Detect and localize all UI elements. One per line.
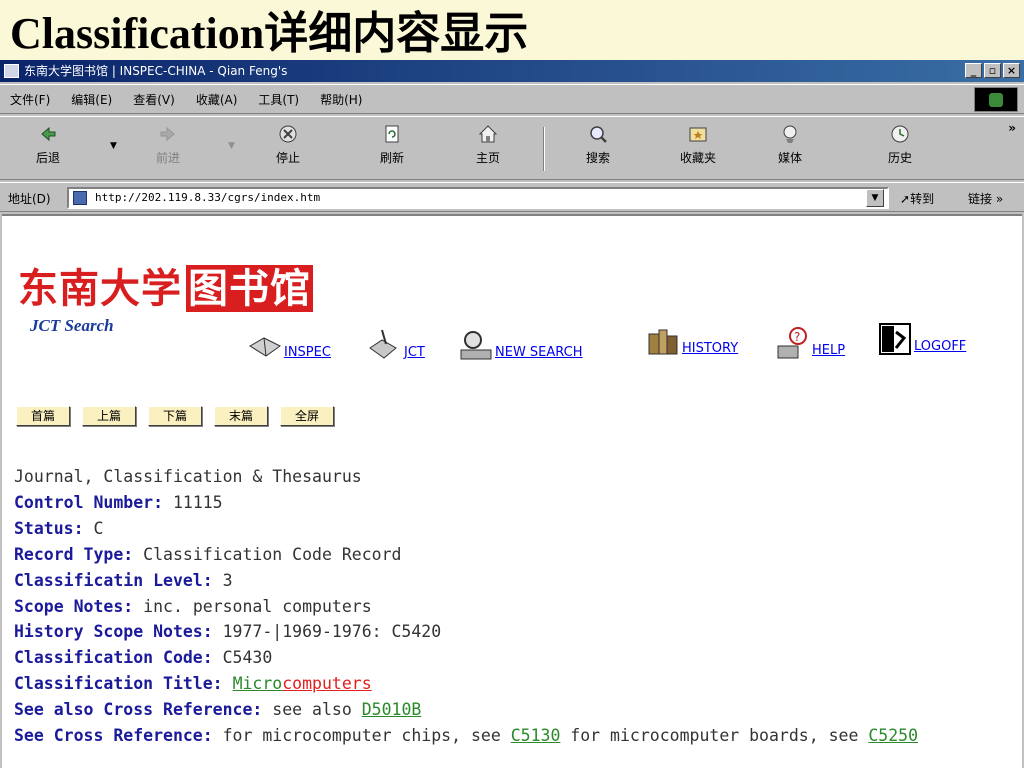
go-button[interactable]: ➚转到	[900, 190, 934, 207]
logo-library: 图书馆	[186, 265, 313, 312]
search-icon	[590, 126, 607, 143]
nav-logoff[interactable]: LOGOFF	[878, 322, 966, 356]
nav-history[interactable]: HISTORY	[646, 324, 738, 358]
home-icon	[478, 125, 498, 143]
next-record-button[interactable]: 下篇	[148, 406, 202, 426]
control-number-row: Control Number: 11115	[14, 492, 223, 512]
address-bar: 地址(D) http://202.119.8.33/cgrs/index.htm…	[0, 182, 1024, 212]
history-button[interactable]: 历史	[870, 123, 930, 175]
see-also-cross-reference-row: See also Cross Reference: see also D5010…	[14, 700, 422, 720]
logoff-door-icon	[879, 323, 911, 355]
refresh-button[interactable]: 刷新	[362, 123, 422, 175]
nav-inspec[interactable]: INSPEC	[248, 328, 331, 362]
first-record-button[interactable]: 首篇	[16, 406, 70, 426]
status-row: Status: C	[14, 518, 104, 538]
back-button[interactable]: 后退	[18, 123, 78, 175]
close-button[interactable]: ×	[1003, 63, 1020, 78]
menu-view[interactable]: 查看(V)	[133, 91, 175, 108]
fullscreen-button[interactable]: 全屏	[280, 406, 334, 426]
nav-new-search[interactable]: NEW SEARCH	[459, 328, 583, 362]
browser-app-icon	[4, 64, 19, 78]
address-dropdown-icon[interactable]: ▼	[866, 189, 884, 207]
ie-throbber-icon	[974, 87, 1018, 112]
favorites-icon	[689, 127, 707, 142]
search-button[interactable]: 搜索	[568, 123, 628, 175]
back-arrow-icon	[41, 126, 56, 142]
see-cross-reference-row: See Cross Reference: for microcomputer c…	[14, 726, 918, 746]
window-controls: _ ▫ ×	[965, 63, 1020, 78]
menu-tools[interactable]: 工具(T)	[258, 91, 299, 108]
address-url: http://202.119.8.33/cgrs/index.htm	[95, 191, 321, 204]
maximize-button[interactable]: ▫	[984, 63, 1001, 78]
jct-icon	[369, 329, 397, 359]
see-also-link[interactable]: D5010B	[362, 700, 422, 719]
address-label: 地址(D)	[8, 192, 51, 206]
record-heading: Journal, Classification & Thesaurus	[14, 467, 362, 486]
last-record-button[interactable]: 末篇	[214, 406, 268, 426]
help-icon: ?	[777, 327, 807, 359]
media-button[interactable]: 媒体	[760, 123, 820, 175]
browser-window: 东南大学图书馆 | INSPEC-CHINA - Qian Feng's _ ▫…	[0, 60, 1024, 768]
slide-title: Classification详细内容显示	[10, 9, 529, 58]
history-scope-notes-row: History Scope Notes: 1977-|1969-1976: C5…	[14, 622, 442, 642]
classification-title-row: Classification Title: Microcomputers	[14, 674, 372, 694]
inspec-icon	[249, 337, 281, 357]
nav-jct[interactable]: JCT	[368, 328, 425, 362]
toolbar-more-chevron-icon[interactable]: »	[1008, 121, 1016, 135]
menu-favorites[interactable]: 收藏(A)	[196, 91, 238, 108]
history-books-icon	[648, 329, 678, 355]
svg-text:?: ?	[794, 330, 800, 344]
minimize-button[interactable]: _	[965, 63, 982, 78]
home-button[interactable]: 主页	[458, 123, 518, 175]
toolbar: 后退 ▼ 前进 ▼ 停止 刷新 主页 搜索 收藏夹 媒体 历史 »	[0, 116, 1024, 180]
forward-arrow-icon	[160, 126, 175, 142]
classification-record: Journal, Classification & Thesaurus Cont…	[14, 464, 918, 749]
see-link-c5130[interactable]: C5130	[511, 726, 561, 745]
address-input[interactable]: http://202.119.8.33/cgrs/index.htm	[67, 187, 889, 209]
scope-notes-row: Scope Notes: inc. personal computers	[14, 596, 372, 616]
classification-code-row: Classification Code: C5430	[14, 648, 273, 668]
history-icon	[891, 125, 909, 143]
previous-record-button[interactable]: 上篇	[82, 406, 136, 426]
window-title: 东南大学图书馆 | INSPEC-CHINA - Qian Feng's	[24, 64, 288, 78]
see-link-c5250[interactable]: C5250	[868, 726, 918, 745]
nav-help[interactable]: ? HELP	[776, 326, 845, 360]
classification-level-row: Classificatin Level: 3	[14, 570, 233, 590]
forward-button[interactable]: 前进	[138, 123, 198, 175]
favorites-button[interactable]: 收藏夹	[668, 123, 728, 175]
page-content: 东南大学 图书馆 JCT Search INSPEC JCT NEW SEARCH…	[2, 214, 1022, 768]
menu-help[interactable]: 帮助(H)	[320, 91, 362, 108]
menu-edit[interactable]: 编辑(E)	[71, 91, 112, 108]
menu-file[interactable]: 文件(F)	[10, 91, 50, 108]
menu-bar: 文件(F) 编辑(E) 查看(V) 收藏(A) 工具(T) 帮助(H)	[0, 84, 1024, 114]
forward-dropdown-icon[interactable]: ▼	[228, 141, 235, 151]
page-icon	[73, 191, 87, 205]
stop-button[interactable]: 停止	[258, 123, 318, 175]
stop-icon	[279, 125, 297, 143]
links-button[interactable]: 链接 »	[968, 190, 1003, 207]
back-dropdown-icon[interactable]: ▼	[110, 141, 117, 151]
library-logo: 东南大学 图书馆 JCT Search	[18, 256, 313, 336]
record-type-row: Record Type: Classification Code Record	[14, 544, 402, 564]
media-icon	[783, 125, 797, 143]
title-link-computers[interactable]: computers	[282, 674, 371, 693]
new-search-icon	[460, 331, 492, 360]
window-titlebar: 东南大学图书馆 | INSPEC-CHINA - Qian Feng's _ ▫…	[0, 60, 1024, 82]
refresh-icon	[385, 125, 399, 143]
title-link-micro[interactable]: Micro	[233, 674, 283, 693]
record-pager: 首篇 上篇 下篇 末篇 全屏	[16, 406, 334, 426]
logo-university: 东南大学	[18, 265, 182, 312]
